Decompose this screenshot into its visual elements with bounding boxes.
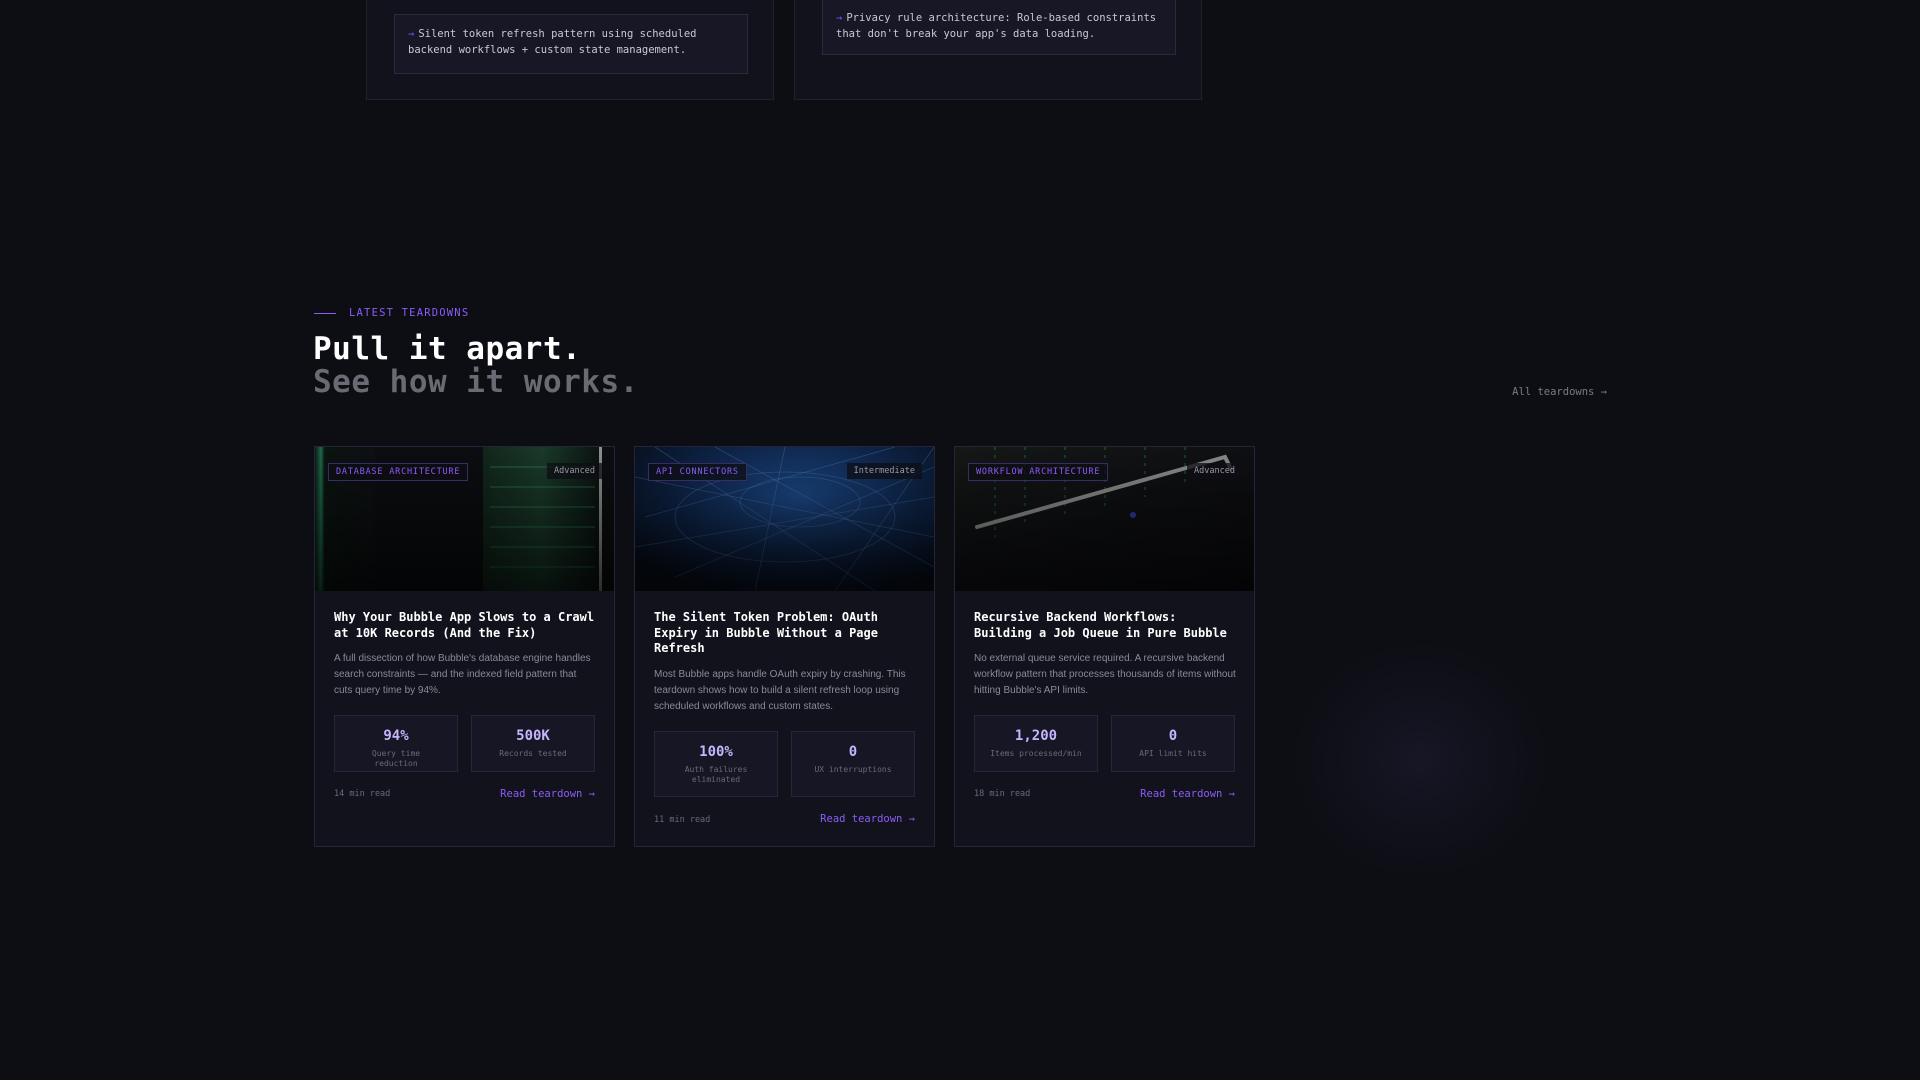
feature-quote-text: Privacy rule architecture: Role-based co…	[836, 12, 1157, 40]
difficulty-badge: Advanced	[1187, 463, 1242, 479]
card-title[interactable]: Recursive Backend Workflows: Building a …	[974, 610, 1236, 641]
feature-quote: → Privacy rule architecture: Role-based c…	[822, 0, 1176, 55]
teardown-card-api[interactable]: API CONNECTORS Intermediate The Silent T…	[634, 446, 935, 847]
stat-label: Records tested	[499, 749, 567, 758]
stat-label: Items processed/min	[990, 749, 1082, 758]
stat-box: 100% Auth failures eliminated	[654, 731, 778, 797]
stat-label: Auth failures eliminated	[684, 765, 748, 784]
read-teardown-link[interactable]: Read teardown →	[1140, 788, 1235, 800]
stat-label: API limit hits	[1139, 749, 1207, 758]
stat-value: 500K	[516, 728, 550, 744]
read-time: 18 min read	[974, 789, 1031, 799]
stat-value: 0	[1168, 728, 1178, 744]
stat-box: 0 UX interruptions	[791, 731, 915, 797]
stat-value: 100%	[699, 744, 733, 760]
category-tag: DATABASE ARCHITECTURE	[328, 463, 469, 481]
category-tag: API CONNECTORS	[648, 463, 747, 481]
feature-card-1: → Silent token refresh pattern using sche…	[366, 0, 774, 100]
stat-box: 500K Records tested	[471, 715, 595, 772]
section-title: Pull it apart.	[313, 331, 582, 367]
category-tag: WORKFLOW ARCHITECTURE	[968, 463, 1109, 481]
read-teardown-link[interactable]: Read teardown →	[820, 813, 915, 825]
difficulty-badge: Intermediate	[846, 463, 922, 479]
section-subtitle: See how it works.	[313, 364, 639, 400]
card-title[interactable]: The Silent Token Problem: OAuth Expiry i…	[654, 610, 916, 657]
card-description: No external queue service required. A re…	[974, 653, 1236, 696]
eyebrow-text: LATEST TEARDOWNS	[349, 307, 470, 319]
all-teardowns-link[interactable]: All teardowns →	[1512, 386, 1607, 398]
stat-box: 0 API limit hits	[1111, 715, 1235, 772]
feature-quote-text: Silent token refresh pattern using sched…	[408, 28, 697, 56]
read-time: 11 min read	[654, 815, 711, 825]
arrow-icon: →	[408, 28, 415, 40]
stat-value: 94%	[383, 728, 409, 744]
stat-value: 1,200	[1014, 728, 1058, 744]
eyebrow-line	[314, 312, 336, 314]
stat-label: Query time reduction	[371, 749, 421, 768]
card-title[interactable]: Why Your Bubble App Slows to a Crawl at …	[334, 610, 596, 641]
card-description: Most Bubble apps handle OAuth expiry by …	[654, 669, 906, 712]
teardown-card-workflow[interactable]: WORKFLOW ARCHITECTURE Advanced Recursive…	[954, 446, 1255, 847]
background-glow	[1290, 640, 1550, 880]
arrow-icon: →	[836, 12, 843, 24]
feature-card-2: → Privacy rule architecture: Role-based c…	[794, 0, 1202, 100]
read-time: 14 min read	[334, 789, 391, 799]
section-eyebrow: LATEST TEARDOWNS	[314, 307, 469, 319]
stat-value: 0	[848, 744, 858, 760]
card-description: A full dissection of how Bubble's databa…	[334, 653, 591, 696]
teardown-card-database[interactable]: DATABASE ARCHITECTURE Advanced Why Your …	[314, 446, 615, 847]
stat-label: UX interruptions	[814, 765, 892, 774]
read-teardown-link[interactable]: Read teardown →	[500, 788, 595, 800]
stat-box: 1,200 Items processed/min	[974, 715, 1098, 772]
stat-box: 94% Query time reduction	[334, 715, 458, 772]
feature-quote: → Silent token refresh pattern using sche…	[394, 14, 748, 74]
difficulty-badge: Advanced	[547, 463, 602, 479]
